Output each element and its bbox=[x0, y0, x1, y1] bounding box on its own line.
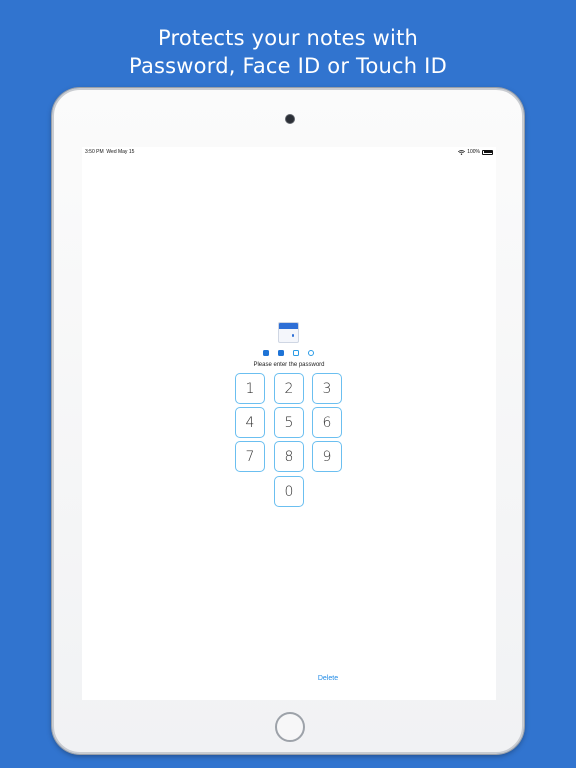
key-2[interactable]: 2 bbox=[274, 373, 304, 404]
password-prompt: Please enter the password bbox=[253, 362, 325, 368]
status-time: 3:50 PM bbox=[85, 149, 104, 155]
key-8[interactable]: 8 bbox=[274, 441, 304, 472]
battery-percent: 100% bbox=[467, 149, 480, 155]
passcode-dot-4 bbox=[308, 350, 314, 356]
key-0[interactable]: 0 bbox=[274, 476, 304, 507]
status-time-date: 3:50 PM Wed May 15 bbox=[85, 147, 134, 157]
number-keypad: 1 2 3 4 5 6 7 8 9 0 bbox=[235, 373, 343, 507]
passcode-dot-3 bbox=[293, 350, 299, 356]
home-button[interactable] bbox=[275, 712, 305, 742]
promo-headline: Protects your notes with Password, Face … bbox=[0, 24, 576, 80]
ipad-frame: 3:50 PM Wed May 15 100% Please enter the… bbox=[52, 88, 524, 754]
key-1[interactable]: 1 bbox=[235, 373, 265, 404]
delete-button[interactable]: Delete bbox=[82, 675, 496, 682]
status-date: Wed May 15 bbox=[106, 149, 135, 155]
app-screen: 3:50 PM Wed May 15 100% Please enter the… bbox=[82, 147, 496, 700]
passcode-dot-2 bbox=[278, 350, 284, 356]
battery-icon bbox=[482, 149, 493, 155]
key-4[interactable]: 4 bbox=[235, 407, 265, 438]
passcode-indicator bbox=[263, 350, 315, 357]
key-6[interactable]: 6 bbox=[312, 407, 342, 438]
key-3[interactable]: 3 bbox=[312, 373, 342, 404]
status-indicators: 100% bbox=[458, 147, 493, 157]
key-5[interactable]: 5 bbox=[274, 407, 304, 438]
camera-icon bbox=[286, 115, 294, 123]
lock-icon bbox=[278, 322, 299, 343]
wifi-icon bbox=[458, 149, 466, 155]
passcode-dot-1 bbox=[263, 350, 269, 356]
key-9[interactable]: 9 bbox=[312, 441, 342, 472]
key-7[interactable]: 7 bbox=[235, 441, 265, 472]
status-bar: 3:50 PM Wed May 15 100% bbox=[82, 147, 496, 157]
headline-line-1: Protects your notes with bbox=[157, 26, 419, 50]
headline-line-2: Password, Face ID or Touch ID bbox=[129, 54, 447, 78]
